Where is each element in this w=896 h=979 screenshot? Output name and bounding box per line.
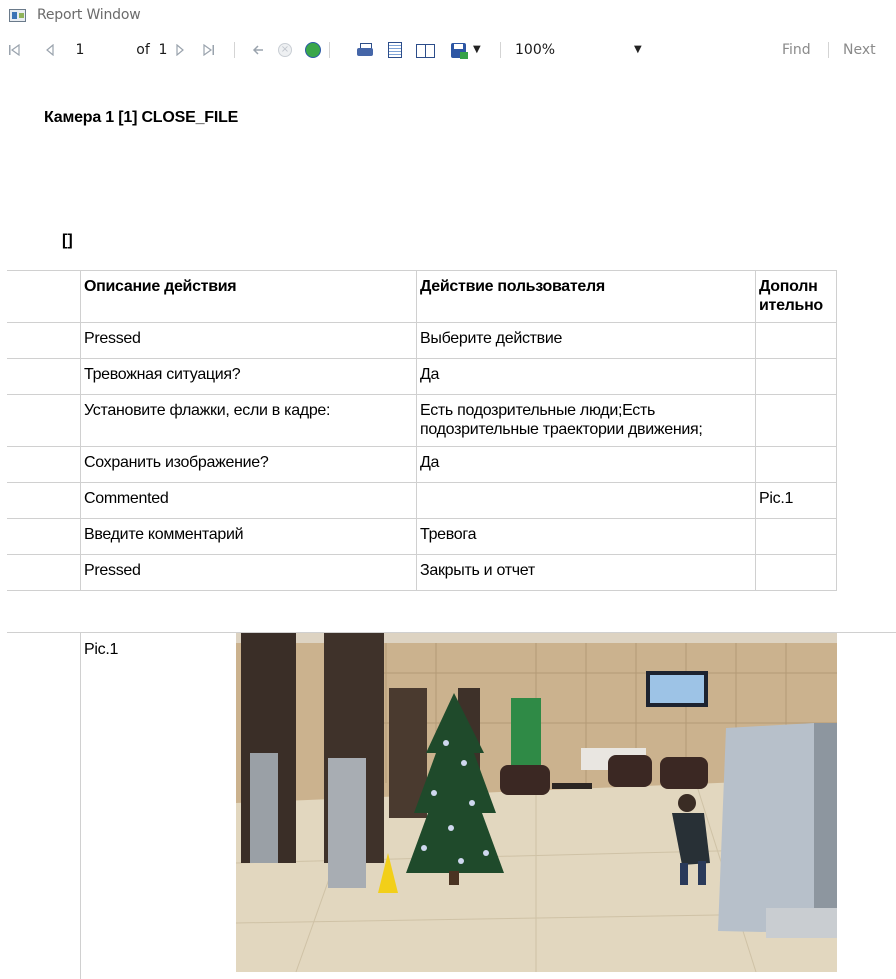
table-row: Тревожная ситуация? Да (7, 359, 837, 395)
back-icon[interactable] (251, 31, 265, 69)
table-cell (755, 323, 837, 358)
table-cell (7, 359, 80, 394)
table-row: Установите флажки, если в кадре: Есть по… (7, 395, 837, 447)
table-cell: Тревога (416, 519, 755, 554)
report-title: Камера 1 [1] CLOSE_FILE (44, 109, 239, 126)
report-toolbar: 1 of 1 × ▼ 100% ▼ Find Next (0, 31, 896, 69)
table-cell (416, 483, 755, 518)
window-title: Report Window (37, 7, 141, 23)
table-cell (7, 555, 80, 590)
next-page-icon[interactable] (174, 31, 186, 69)
total-pages-label: 1 (158, 42, 168, 58)
page-of-label: of (136, 42, 150, 58)
find-link[interactable]: Find (782, 31, 811, 69)
table-cell (7, 447, 80, 482)
table-cell (755, 447, 837, 482)
table-cell: Введите комментарий (80, 519, 416, 554)
export-save-icon[interactable] (449, 31, 468, 69)
zoom-select[interactable]: 100% ▼ (508, 31, 658, 69)
previous-page-icon[interactable] (44, 31, 56, 69)
table-row: Сохранить изображение? Да (7, 447, 837, 483)
picture-label: Pic.1 (84, 641, 119, 658)
table-cell (755, 395, 837, 446)
table-cell (7, 323, 80, 358)
report-viewer: Камера 1 [1] CLOSE_FILE [] Описание дейс… (0, 69, 896, 979)
table-cell (7, 395, 80, 446)
table-cell: Да (416, 447, 755, 482)
chevron-down-icon: ▼ (634, 44, 642, 55)
table-cell (7, 519, 80, 554)
table-cell (7, 483, 80, 518)
next-link[interactable]: Next (843, 31, 876, 69)
table-cell: Установите флажки, если в кадре: (80, 395, 416, 446)
table-row: Введите комментарий Тревога (7, 519, 837, 555)
print-layout-icon[interactable] (387, 31, 403, 69)
current-page-input[interactable]: 1 (73, 31, 87, 69)
table-row: Commented Pic.1 (7, 483, 837, 519)
toolbar-separator (329, 42, 330, 58)
table-cell (755, 555, 837, 590)
column-header: Действие пользователя (416, 271, 755, 322)
table-cell: Выберите действие (416, 323, 755, 358)
table-cell: Commented (80, 483, 416, 518)
table-row: Pressed Выберите действие (7, 323, 837, 359)
refresh-icon[interactable] (304, 31, 322, 69)
stop-icon[interactable]: × (277, 31, 293, 69)
table-cell (755, 519, 837, 554)
table-cell: Тревожная ситуация? (80, 359, 416, 394)
table-cell: Pressed (80, 323, 416, 358)
print-icon[interactable] (356, 31, 374, 69)
page-setup-icon[interactable] (415, 31, 435, 69)
picture-link[interactable]: Pic.1 (755, 483, 837, 518)
report-placeholder-text: [] (62, 232, 73, 249)
table-cell (755, 359, 837, 394)
column-header: Описание действия (80, 271, 416, 322)
actions-table: Описание действия Действие пользователя … (7, 270, 837, 591)
table-cell: Есть подозрительные люди;Есть подозрител… (416, 395, 755, 446)
app-window-icon (9, 9, 26, 22)
table-header-row: Описание действия Действие пользователя … (7, 271, 837, 323)
zoom-value: 100% (515, 42, 556, 58)
table-cell: Да (416, 359, 755, 394)
column-header: Дополн ительно (755, 271, 837, 322)
table-cell: Закрыть и отчет (416, 555, 755, 590)
first-page-icon[interactable] (7, 31, 21, 69)
camera-snapshot-image (236, 633, 837, 972)
table-row: Pressed Закрыть и отчет (7, 555, 837, 591)
last-page-icon[interactable] (202, 31, 216, 69)
picture-section: Pic.1 (7, 632, 896, 979)
title-bar: Report Window (0, 0, 896, 31)
export-dropdown-icon[interactable]: ▼ (473, 44, 481, 55)
divider (80, 633, 81, 979)
toolbar-separator (234, 42, 235, 58)
table-cell: Pressed (80, 555, 416, 590)
table-cell (7, 271, 80, 322)
toolbar-separator (500, 42, 501, 58)
table-cell: Сохранить изображение? (80, 447, 416, 482)
toolbar-separator (828, 42, 829, 58)
